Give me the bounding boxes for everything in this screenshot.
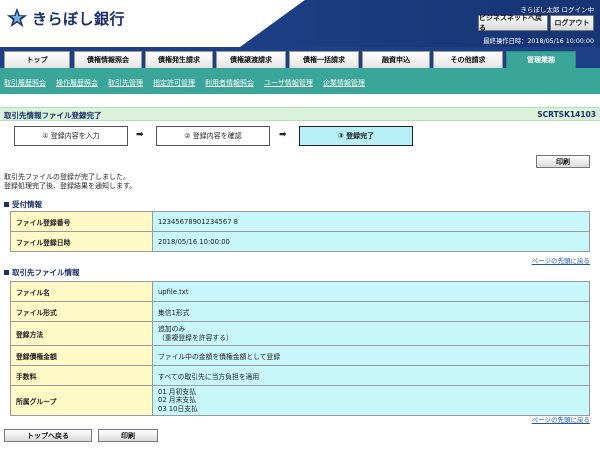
subnav-user-management[interactable]: ユーザ情報管理 [264, 78, 313, 88]
step-complete: ③ 登録完了 [299, 126, 413, 146]
file-name-value: upfile.txt [152, 281, 590, 302]
tab-top[interactable]: トップ [4, 51, 70, 68]
registered-amount-value: ファイル中の金額を債権金額として登録 [152, 345, 590, 366]
table-row: 所属グループ 01 月初支払 02 月末支払 03 10日支払 [10, 385, 590, 416]
tab-claim-transfer[interactable]: 債権譲渡請求 [216, 51, 286, 68]
arrow-right-icon: ➡ [136, 130, 144, 140]
subnav-operation-history[interactable]: 操作履歴照会 [56, 78, 98, 88]
tab-other-requests[interactable]: その他請求 [433, 51, 503, 68]
tab-loan-application[interactable]: 融資申込 [362, 51, 430, 68]
table-row: ファイル登録番号 12345678901234567 8 [10, 211, 590, 232]
step-input: ① 登録内容を入力 [14, 126, 128, 146]
page-top-link[interactable]: ページの先頭に戻る [532, 255, 590, 265]
group-line: 02 月末支払 [158, 396, 196, 405]
reception-section-heading: 受付情報 [4, 199, 42, 210]
main-tabs: トップ 債権情報照会 債権発生請求 債権譲渡請求 債権一括請求 融資申込 その他… [0, 47, 600, 68]
completion-message: 取引先ファイルの登録が完了しました。 登録処理完了後、登録結果を通知します。 [4, 173, 136, 191]
group-label: 所属グループ [10, 385, 153, 416]
file-registration-datetime-value: 2018/05/16 10:00:00 [152, 231, 590, 252]
footer-print-button[interactable]: 印刷 [98, 429, 158, 442]
tab-management[interactable]: 管理業務 [506, 51, 576, 68]
page-top-link[interactable]: ページの先頭に戻る [532, 414, 590, 424]
header: きらぼし銀行 きらぼし太郎 ログイン中 ビジネスネットへ戻る ログアウト 最終操… [0, 0, 600, 47]
square-bullet-icon [4, 202, 9, 207]
section-title: 取引先ファイル情報 [12, 268, 80, 277]
reception-info-table: ファイル登録番号 12345678901234567 8 ファイル登録日時 20… [10, 211, 590, 252]
registration-method-label: 登録方法 [10, 321, 153, 346]
page-title: 取引先情報ファイル登録完了 [4, 111, 102, 120]
last-operation-time: 最終操作日時：2018/05/16 10:00:00 [483, 38, 594, 45]
step-confirm: ② 登録内容を確認 [156, 126, 270, 146]
method-line: 追加のみ [158, 325, 186, 333]
file-info-table: ファイル名 upfile.txt ファイル形式 集信1形式 登録方法 追加のみ … [10, 281, 590, 416]
table-row: 登録方法 追加のみ （重複登録を許容する） [10, 321, 590, 346]
tab-claim-issue[interactable]: 債権発生請求 [145, 51, 213, 68]
message-line: 登録処理完了後、登録結果を通知します。 [4, 182, 137, 190]
section-title: 受付情報 [12, 200, 42, 209]
file-info-section-heading: 取引先ファイル情報 [4, 267, 80, 278]
table-row: ファイル登録日時 2018/05/16 10:00:00 [10, 231, 590, 252]
subnav-company-management[interactable]: 企業情報管理 [323, 78, 365, 88]
table-row: 登録債権金額 ファイル中の金額を債権金額として登録 [10, 345, 590, 366]
back-to-top-button[interactable]: トップへ戻る [4, 429, 92, 442]
message-line: 取引先ファイルの登録が完了しました。 [4, 173, 130, 181]
bank-name: きらぼし銀行 [32, 9, 126, 28]
arrow-right-icon: ➡ [279, 130, 287, 140]
fee-label: 手数料 [10, 365, 153, 386]
logout-button[interactable]: ログアウト [550, 15, 594, 31]
sub-navigation: 取引履歴照会 操作履歴照会 取引先管理 指定許可管理 利用者情報照会 ユーザ情報… [0, 68, 600, 94]
table-row: ファイル名 upfile.txt [10, 281, 590, 302]
file-name-label: ファイル名 [10, 281, 153, 302]
fee-value: すべての取引先に当方負担を適用 [152, 365, 590, 386]
group-line: 01 月初支払 [158, 387, 196, 396]
registration-method-value: 追加のみ （重複登録を許容する） [152, 321, 590, 346]
subnav-transaction-history[interactable]: 取引履歴照会 [4, 78, 46, 88]
square-bullet-icon [4, 270, 9, 275]
page-title-bar: 取引先情報ファイル登録完了 SCRTSK14103 [0, 107, 600, 121]
table-row: ファイル形式 集信1形式 [10, 301, 590, 322]
subnav-permission-management[interactable]: 指定許可管理 [153, 78, 195, 88]
bank-logo[interactable]: きらぼし銀行 [6, 7, 125, 29]
method-line: （重複登録を許容する） [158, 333, 233, 342]
file-registration-number-label: ファイル登録番号 [10, 211, 153, 232]
file-format-value: 集信1形式 [152, 301, 590, 322]
group-line: 03 10日支払 [158, 404, 198, 413]
file-format-label: ファイル形式 [10, 301, 153, 322]
table-row: 手数料 すべての取引先に当方負担を適用 [10, 365, 590, 386]
tab-claim-inquiry[interactable]: 債権情報照会 [74, 51, 142, 68]
subnav-partner-management[interactable]: 取引先管理 [108, 78, 143, 88]
file-registration-datetime-label: ファイル登録日時 [10, 231, 153, 252]
star-logo-icon [6, 7, 28, 28]
group-value: 01 月初支払 02 月末支払 03 10日支払 [152, 385, 590, 416]
screen-id: SCRTSK14103 [537, 110, 596, 119]
subnav-user-info-inquiry[interactable]: 利用者情報照会 [205, 78, 254, 88]
registered-amount-label: 登録債権金額 [10, 345, 153, 366]
file-registration-number-value: 12345678901234567 8 [152, 211, 590, 232]
print-button[interactable]: 印刷 [536, 155, 590, 168]
business-net-button[interactable]: ビジネスネットへ戻る [478, 14, 548, 32]
tab-bulk-request[interactable]: 債権一括請求 [289, 51, 359, 68]
